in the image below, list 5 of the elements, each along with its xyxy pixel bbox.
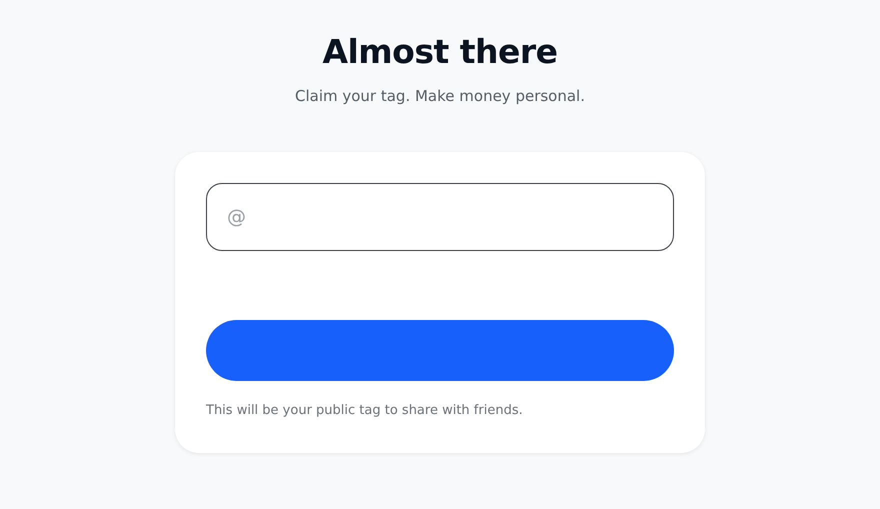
helper-text: This will be your public tag to share with friends. [206, 403, 524, 418]
at-prefix: @ [227, 206, 246, 228]
page-title: Almost there [322, 32, 558, 72]
page-subtitle: Claim your tag. Make money personal. [294, 86, 585, 106]
tag-input-field[interactable]: @ [206, 183, 674, 251]
